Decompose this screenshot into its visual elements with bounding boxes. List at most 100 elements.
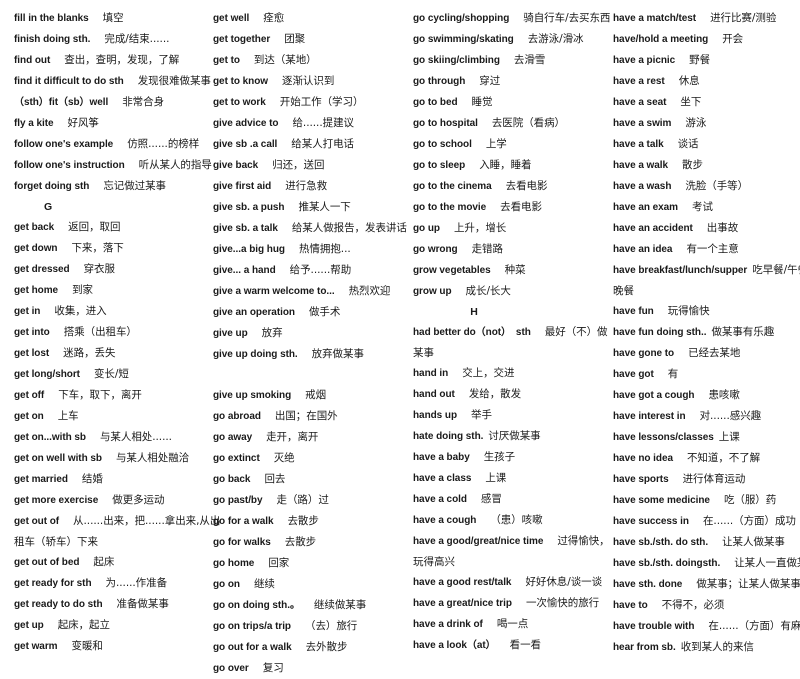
- phrase-separator: [694, 385, 708, 405]
- phrase-english: have a cold: [413, 494, 467, 505]
- phrase-entry: get down 下来，落下: [14, 238, 205, 259]
- phrase-chinese: 骑自行车/去买东西: [523, 12, 611, 24]
- phrase-entry: get home 到家: [14, 280, 205, 301]
- phrase-english: have a class: [413, 473, 472, 484]
- phrase-entry: give sb. a push 推某人一下: [213, 197, 405, 218]
- phrase-entry: have a class 上课: [413, 468, 605, 489]
- phrase-entry: have a cold 感冒: [413, 489, 605, 510]
- phrase-separator: [273, 511, 287, 531]
- document-page: fill in the blanks 填空 finish doing sth. 完…: [0, 0, 800, 674]
- phrase-english: have got: [613, 369, 654, 380]
- phrase-entry: give advice to 给......提建议: [213, 113, 405, 134]
- phrase-chinese: 复习: [262, 662, 284, 674]
- phrase-chinese: 放弃做某事: [311, 348, 364, 360]
- phrase-entry: fill in the blanks 填空: [14, 8, 205, 29]
- phrase-chinese: 玩得愉快: [667, 305, 710, 317]
- phrase-separator: [710, 490, 724, 510]
- phrase-separator: [276, 260, 290, 280]
- phrase-chinese: 进行急救: [285, 180, 328, 192]
- phrase-separator: [54, 113, 68, 133]
- phrase-separator: [258, 155, 272, 175]
- phrase-separator: [664, 134, 678, 154]
- phrase-english: give sb. a push: [213, 202, 285, 213]
- phrase-chinese: 下车，取下，离开: [58, 389, 142, 401]
- entry-continuation-line: 晚餐: [613, 285, 634, 297]
- phrase-separator: [102, 448, 116, 468]
- phrase-chinese: 痊愈: [263, 12, 285, 24]
- phrase-chinese: 开始工作（学习）: [279, 96, 364, 108]
- phrase-chinese: 发现很难做某事: [137, 75, 211, 87]
- phrase-entry: hear from sb. 收到某人的来信: [613, 637, 800, 658]
- phrase-entry: go out for a walk 去外散步: [213, 637, 405, 658]
- phrase-entry: get out of bed 起床: [14, 552, 205, 573]
- phrase-separator: [471, 468, 485, 488]
- phrase-separator: [79, 552, 93, 572]
- phrase-separator: [671, 176, 685, 196]
- phrase-separator: [467, 489, 481, 509]
- phrase-chinese: 下来，落下: [71, 242, 124, 254]
- phrase-english: go for a walk: [213, 516, 274, 527]
- phrase-entry: have a wash 洗脸（手等）: [613, 176, 800, 197]
- phrase-separator: [58, 636, 72, 656]
- phrase-entry: give an operation 做手术: [213, 302, 405, 323]
- phrase-chinese: 进行比赛/测验: [710, 12, 777, 24]
- phrase-chinese: 听从某人的指导: [138, 159, 212, 171]
- phrase-separator: [57, 238, 71, 258]
- phrase-separator: [103, 594, 117, 614]
- phrase-entry: find out 查出，查明，发现，了解: [14, 50, 205, 71]
- phrase-separator: [478, 113, 492, 133]
- phrase-chinese: 变暖和: [71, 640, 103, 652]
- phrase-separator: [452, 281, 466, 301]
- phrase-chinese: 谈话: [677, 138, 699, 150]
- phrase-chinese: 查出，查明，发现，了解: [64, 54, 180, 66]
- phrase-chinese: 做某事；让某人做某事: [696, 578, 800, 590]
- phrase-english: go wrong: [413, 244, 458, 255]
- phrase-entry: get into 搭乘（出租车）: [14, 322, 205, 343]
- phrase-separator: [496, 635, 510, 655]
- phrase-english: get dressed: [14, 264, 70, 275]
- phrase-separator: [44, 406, 58, 426]
- phrase-entry: give a warm welcome to... 热烈欢迎: [213, 281, 405, 302]
- phrase-english: have a wash: [613, 181, 672, 192]
- phrase-separator: [696, 8, 710, 28]
- phrase-english: get lost: [14, 348, 50, 359]
- phrase-separator: [476, 510, 490, 530]
- phrase-chinese: 仿照......的榜样: [127, 138, 200, 150]
- phrase-entry: have a drink of 喝一点: [413, 614, 605, 635]
- phrase-entry: go up 上升，增长: [413, 218, 605, 239]
- phrase-separator: [300, 595, 314, 615]
- phrase-english: find out: [14, 55, 51, 66]
- phrase-english: give advice to: [213, 118, 279, 129]
- phrase-chinese: 休息: [678, 75, 700, 87]
- entry-continuation-line: 某事: [413, 347, 434, 359]
- phrase-separator: [240, 50, 254, 70]
- phrase-chinese: 不得不，必须: [661, 599, 725, 611]
- phrase-entry: （sth）fit（sb）well 非常合身: [14, 92, 205, 113]
- phrase-separator: [125, 155, 139, 175]
- phrase-separator: [108, 92, 122, 112]
- phrase-entry: go back 回去: [213, 469, 405, 490]
- phrase-english: go to bed: [413, 97, 458, 108]
- phrase-chinese: 去外散步: [305, 641, 348, 653]
- phrase-chinese: 归还，送回: [272, 159, 325, 171]
- phrase-chinese: （去）旅行: [305, 620, 358, 632]
- phrase-english: grow vegetables: [413, 265, 491, 276]
- phrase-separator: [261, 406, 275, 426]
- phrase-entry: go past/by 走（路）过: [213, 490, 405, 511]
- phrase-separator: [686, 406, 700, 426]
- phrase-english: have lessons/classes: [613, 432, 714, 443]
- entry-continuation-line: 租车（轿车）下来: [14, 536, 98, 548]
- phrase-separator: [291, 385, 305, 405]
- phrase-english: get to know: [213, 76, 269, 87]
- phrase-english: have fun doing sth..: [613, 327, 707, 338]
- phrase-english: get in: [14, 306, 41, 317]
- phrase-entry: get ready to do sth 准备做某事: [14, 594, 205, 615]
- phrase-separator: [50, 322, 64, 342]
- phrase-english: get on...with sb: [14, 432, 86, 443]
- phrase-english: go past/by: [213, 495, 263, 506]
- phrase-chinese: 与某人相处融洽: [115, 452, 190, 464]
- phrase-separator: [678, 197, 692, 217]
- phrase-english: have/hold a meeting: [613, 34, 709, 45]
- phrase-english: get married: [14, 474, 68, 485]
- phrase-chinese: 热烈欢迎: [348, 285, 391, 297]
